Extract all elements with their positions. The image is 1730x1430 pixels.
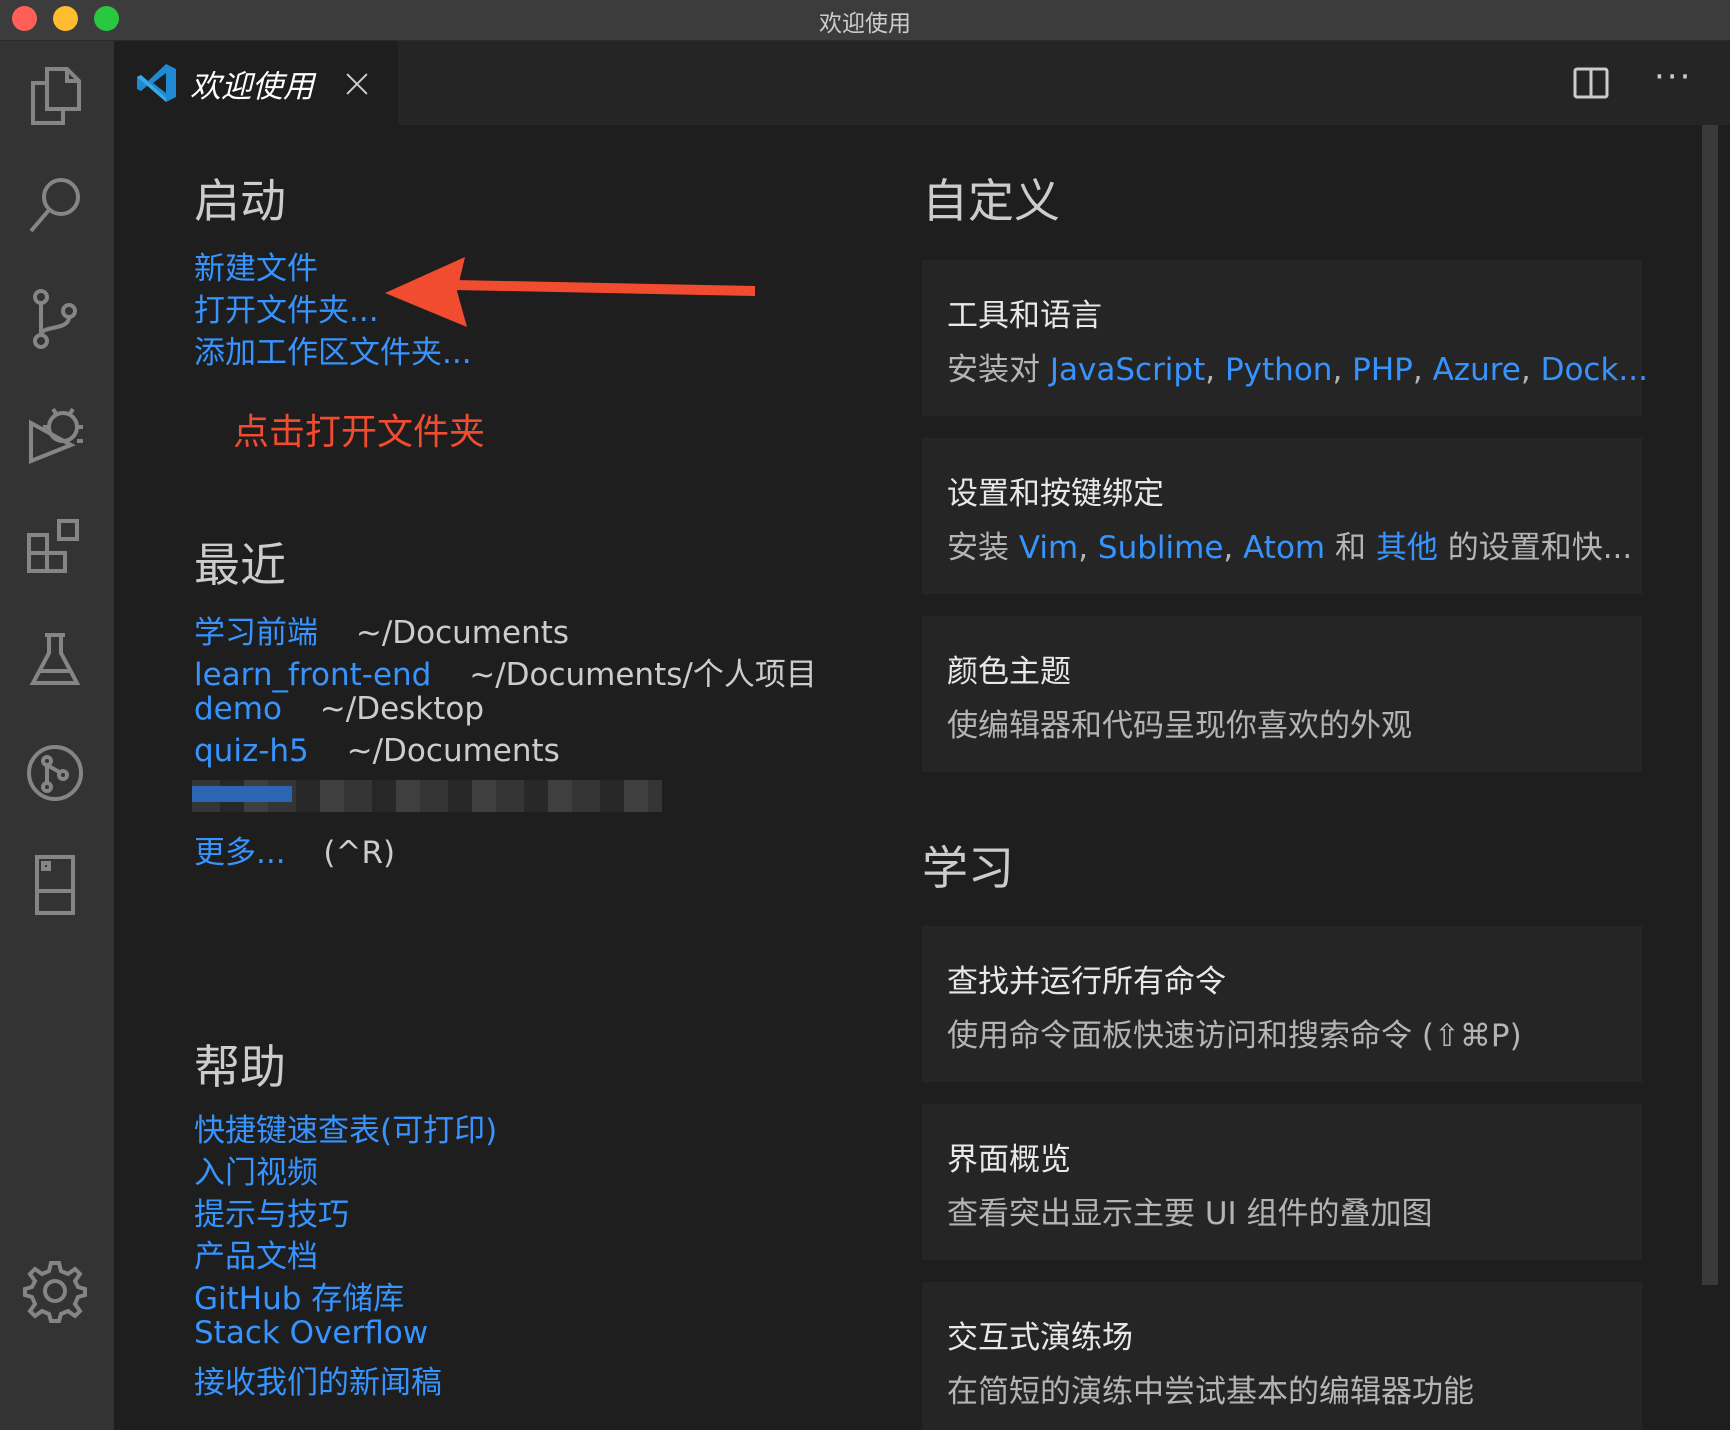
lang-link-python[interactable]: Python: [1225, 352, 1332, 388]
card-tools-languages[interactable]: 工具和语言 安装对 JavaScript, Python, PHP, Azure…: [922, 260, 1648, 416]
recent-item: 学习前端 ~/Documents: [194, 607, 569, 652]
redacted-recent-item: [192, 780, 662, 812]
recent-item-name[interactable]: quiz-h5: [194, 733, 309, 769]
card-title: 工具和语言: [947, 298, 1102, 334]
help-link-github[interactable]: GitHub 存储库: [194, 1273, 404, 1318]
keymap-link-sublime[interactable]: Sublime: [1098, 530, 1224, 566]
help-link-newsletter[interactable]: 接收我们的新闻稿: [194, 1357, 442, 1402]
keymap-link-vim[interactable]: Vim: [1019, 530, 1078, 566]
card-desc: 查看突出显示主要 UI 组件的叠加图: [947, 1196, 1433, 1232]
tab-label: 欢迎使用: [190, 68, 314, 105]
recent-item-path: ~/Documents/个人项目: [469, 657, 817, 693]
lang-link-javascript[interactable]: JavaScript: [1050, 352, 1205, 388]
keymap-link-atom[interactable]: Atom: [1243, 530, 1325, 566]
start-heading: 启动: [194, 174, 286, 228]
card-color-theme[interactable]: 颜色主题 使编辑器和代码呈现你喜欢的外观: [922, 616, 1642, 772]
recent-more: 更多... (^R): [194, 827, 395, 872]
source-control-icon[interactable]: [23, 287, 87, 351]
files-icon[interactable]: [23, 63, 87, 127]
recent-item: quiz-h5 ~/Documents: [194, 733, 560, 769]
card-title: 设置和按键绑定: [947, 476, 1164, 512]
split-editor-icon[interactable]: [1569, 61, 1613, 105]
vscode-logo-icon: [137, 64, 176, 102]
title-bar: 欢迎使用: [0, 0, 1730, 41]
card-find-commands[interactable]: 查找并运行所有命令 使用命令面板快速访问和搜索命令 (⇧⌘P): [922, 926, 1642, 1082]
recent-item-name[interactable]: demo: [194, 691, 282, 727]
recent-item: demo ~/Desktop: [194, 691, 484, 727]
card-interface-overview[interactable]: 界面概览 查看突出显示主要 UI 组件的叠加图: [922, 1104, 1642, 1260]
extensions-icon[interactable]: [23, 515, 87, 579]
help-heading: 帮助: [194, 1040, 286, 1094]
help-link-docs[interactable]: 产品文档: [194, 1231, 318, 1276]
more-recent-link[interactable]: 更多...: [194, 835, 286, 871]
card-desc: 安装 Vim, Sublime, Atom 和 其他 的设置和快...: [947, 530, 1633, 566]
recent-item-name[interactable]: 学习前端: [194, 615, 318, 651]
help-link-stackoverflow[interactable]: Stack Overflow: [194, 1315, 428, 1351]
vertical-scrollbar[interactable]: [1702, 125, 1718, 1285]
lang-link-docker[interactable]: Dock...: [1541, 352, 1648, 388]
recent-item-name[interactable]: learn_front-end: [194, 657, 431, 693]
recent-item-path: ~/Documents: [346, 733, 560, 769]
annotation-text: 点击打开文件夹: [233, 412, 486, 453]
beaker-icon[interactable]: [23, 627, 87, 691]
more-recent-shortcut: (^R): [323, 835, 396, 871]
search-icon[interactable]: [23, 173, 87, 237]
close-icon[interactable]: [346, 72, 368, 94]
new-file-link[interactable]: 新建文件: [194, 243, 318, 288]
card-desc: 使编辑器和代码呈现你喜欢的外观: [947, 708, 1412, 744]
card-desc: 在简短的演练中尝试基本的编辑器功能: [947, 1374, 1474, 1410]
recent-heading: 最近: [194, 538, 286, 592]
card-keymaps[interactable]: 设置和按键绑定 安装 Vim, Sublime, Atom 和 其他 的设置和快…: [922, 438, 1642, 594]
window-title: 欢迎使用: [819, 11, 911, 37]
gear-icon[interactable]: [23, 1259, 87, 1323]
lang-link-azure[interactable]: Azure: [1433, 352, 1521, 388]
recent-item: learn_front-end ~/Documents/个人项目: [194, 649, 817, 694]
open-folder-link[interactable]: 打开文件夹...: [194, 285, 379, 330]
card-title: 交互式演练场: [947, 1320, 1133, 1356]
card-desc: 使用命令面板快速访问和搜索命令 (⇧⌘P): [947, 1018, 1522, 1054]
learn-heading: 学习: [922, 841, 1014, 895]
card-title: 颜色主题: [947, 654, 1071, 690]
activity-bar: [0, 41, 114, 1430]
editor-tab-bar: 欢迎使用 ···: [114, 41, 1730, 125]
recent-item-path: ~/Documents: [355, 615, 570, 651]
annotation-arrow: [385, 257, 755, 327]
card-desc: 安装对 JavaScript, Python, PHP, Azure, Dock…: [947, 352, 1648, 388]
debug-icon[interactable]: [23, 401, 87, 465]
keymap-link-others[interactable]: 其他: [1376, 530, 1438, 566]
help-link-tips[interactable]: 提示与技巧: [194, 1189, 349, 1234]
card-title: 查找并运行所有命令: [947, 964, 1226, 1000]
help-link-intro-videos[interactable]: 入门视频: [194, 1147, 318, 1192]
recent-item-path: ~/Desktop: [319, 691, 485, 727]
card-title: 界面概览: [947, 1142, 1071, 1178]
more-actions-icon[interactable]: ···: [1654, 57, 1692, 97]
git-graph-icon[interactable]: [23, 741, 87, 805]
customize-heading: 自定义: [922, 174, 1060, 228]
lang-link-php[interactable]: PHP: [1352, 352, 1413, 388]
help-link-keyboard-shortcuts[interactable]: 快捷键速查表(可打印): [194, 1105, 497, 1150]
tab-welcome[interactable]: 欢迎使用: [114, 41, 398, 125]
remote-icon[interactable]: [23, 853, 87, 917]
card-playground[interactable]: 交互式演练场 在简短的演练中尝试基本的编辑器功能: [922, 1282, 1642, 1430]
